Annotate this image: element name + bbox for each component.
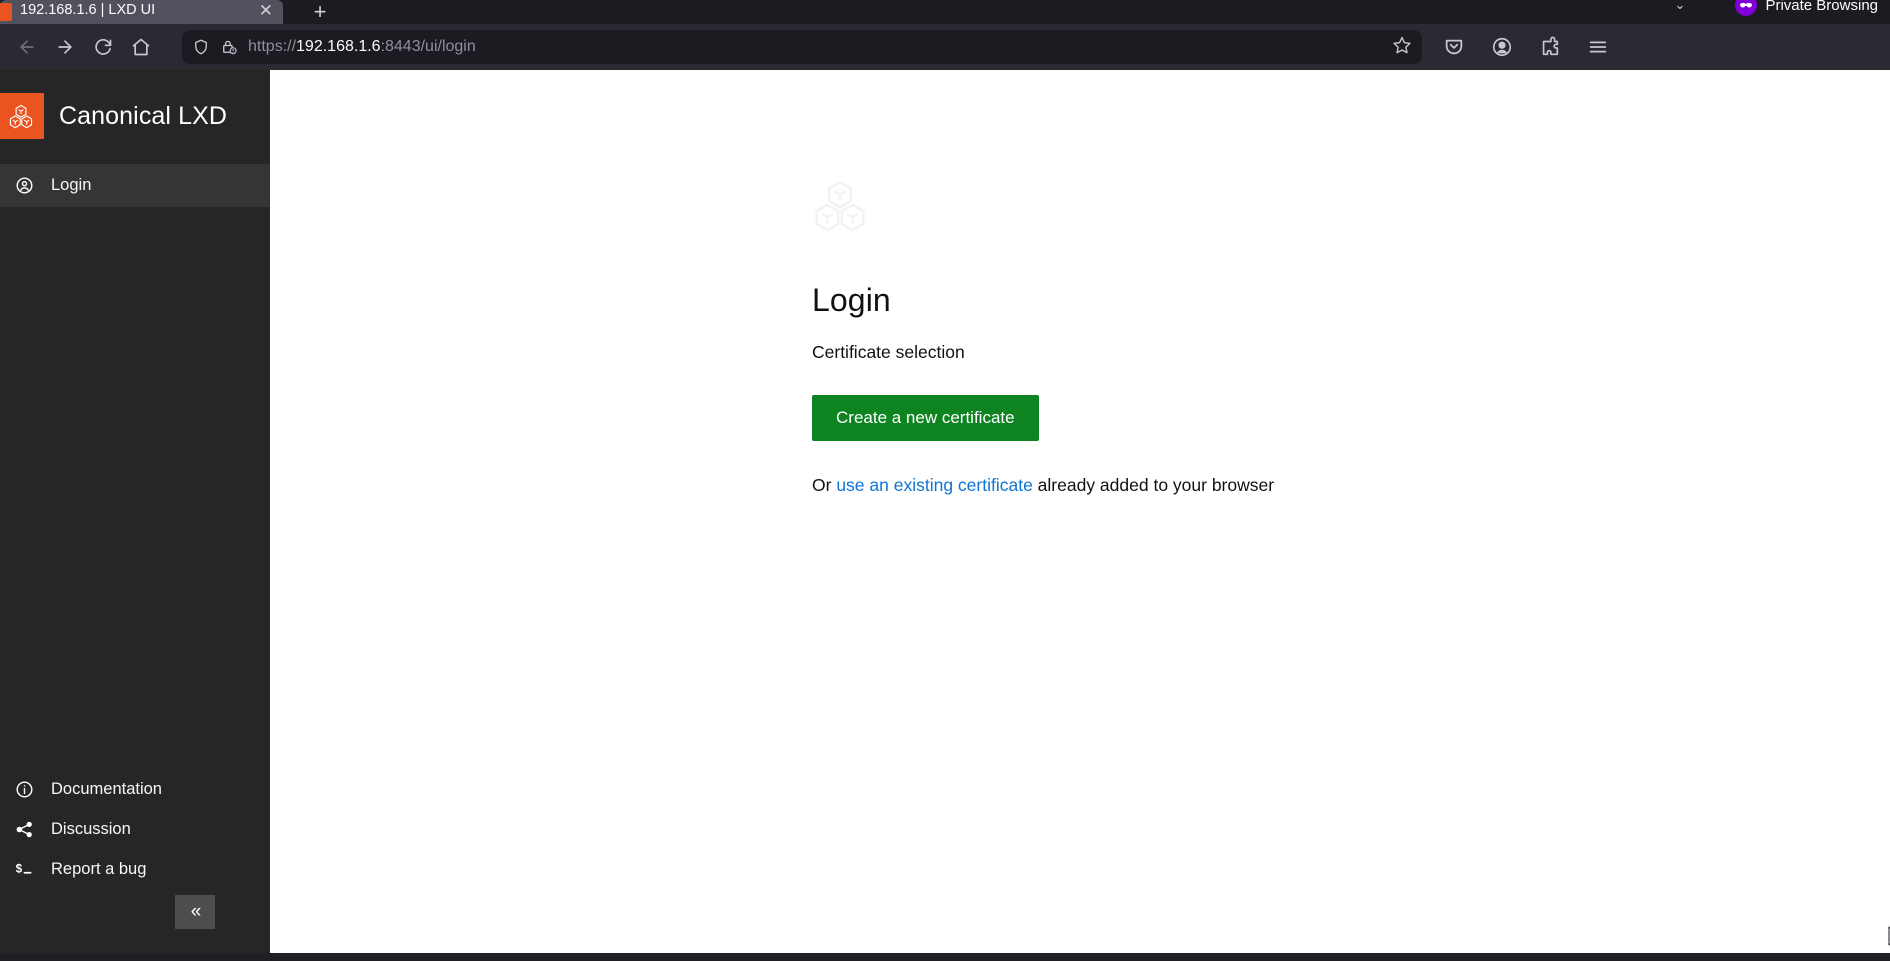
or-suffix: already added to your browser <box>1032 475 1275 496</box>
sidebar-item-report-a-bug[interactable]: $ Report a bug <box>0 849 270 889</box>
browser-tab[interactable]: 192.168.1.6 | LXD UI ✕ <box>0 0 283 24</box>
existing-certificate-text: Or use an existing certificate already a… <box>812 475 1572 496</box>
url-host: 192.168.1.6 <box>296 38 381 55</box>
terminal-prompt-icon: $ <box>4 859 44 879</box>
toolbar-icon-group <box>1440 30 1624 64</box>
svg-text:$: $ <box>16 862 23 875</box>
login-panel: Login Certificate selection Create a new… <box>812 178 1572 496</box>
star-icon[interactable] <box>1392 35 1412 60</box>
insecure-lock-warning-icon[interactable] <box>220 38 238 56</box>
sidebar-item-discussion-label: Discussion <box>51 819 131 838</box>
user-circle-icon <box>4 176 44 195</box>
app-menu-icon[interactable] <box>1584 30 1612 64</box>
arrow-right-icon <box>58 40 72 54</box>
sidebar-item-login[interactable]: Login <box>0 164 270 207</box>
brand-name: Canonical LXD <box>59 101 228 130</box>
share-nodes-icon <box>4 820 44 839</box>
lxd-cube-logo-icon <box>0 93 44 139</box>
sidebar-footer: Documentation Discussion $ Report a bug … <box>0 769 270 953</box>
account-icon[interactable] <box>1488 30 1516 64</box>
sidebar-nav: Login <box>0 164 270 207</box>
home-icon <box>132 38 150 56</box>
use-existing-certificate-link[interactable]: use an existing certificate <box>836 475 1033 495</box>
private-browsing-indicator: ⌄ Private Browsing <box>1675 0 1878 16</box>
url-text: https://192.168.1.6:8443/ui/login <box>248 38 476 55</box>
lxd-hex-cluster-icon <box>812 181 868 238</box>
reload-icon <box>95 39 112 55</box>
collapse-row: « <box>0 889 270 947</box>
create-new-certificate-button[interactable]: Create a new certificate <box>812 395 1039 442</box>
extensions-puzzle-icon[interactable] <box>1536 30 1564 64</box>
navigation-toolbar: https://192.168.1.6:8443/ui/login <box>0 24 1890 70</box>
page-subtitle: Certificate selection <box>812 342 965 363</box>
home-button[interactable] <box>124 30 158 64</box>
sidebar-item-report-a-bug-label: Report a bug <box>51 859 147 878</box>
page-viewport: Canonical LXD Login Documentation Discus… <box>0 70 1890 953</box>
sidebar-item-documentation-label: Documentation <box>51 779 162 798</box>
reload-button[interactable] <box>86 30 120 64</box>
address-bar[interactable]: https://192.168.1.6:8443/ui/login <box>182 30 1422 64</box>
collapse-sidebar-button[interactable]: « <box>175 895 215 929</box>
url-path: :8443/ui/login <box>380 38 476 55</box>
lxd-favicon-icon <box>0 3 12 21</box>
tab-title: 192.168.1.6 | LXD UI <box>20 2 156 18</box>
private-browsing-label: Private Browsing <box>1765 0 1878 14</box>
close-icon[interactable]: ✕ <box>259 2 273 19</box>
page-title: Login <box>812 282 891 318</box>
info-circle-icon <box>4 780 44 799</box>
tracking-shield-icon[interactable] <box>192 38 210 56</box>
main-content: Login Certificate selection Create a new… <box>270 70 1890 953</box>
pocket-icon[interactable] <box>1440 30 1468 64</box>
lxd-sidebar: Canonical LXD Login Documentation Discus… <box>0 70 270 953</box>
sidebar-item-documentation[interactable]: Documentation <box>0 769 270 809</box>
private-mask-icon <box>1735 0 1758 16</box>
browser-window: 192.168.1.6 | LXD UI ✕ + ⌄ Private Brows… <box>0 0 1890 961</box>
forward-button[interactable] <box>48 30 82 64</box>
sidebar-item-discussion[interactable]: Discussion <box>0 809 270 849</box>
back-button[interactable] <box>10 30 44 64</box>
chevron-down-icon[interactable]: ⌄ <box>1675 0 1686 13</box>
arrow-left-icon <box>20 40 34 54</box>
or-prefix: Or <box>812 475 837 496</box>
tab-strip: 192.168.1.6 | LXD UI ✕ + ⌄ Private Brows… <box>0 0 1890 24</box>
bottom-strip <box>0 953 1890 961</box>
sidebar-brand[interactable]: Canonical LXD <box>0 70 270 162</box>
sidebar-item-login-label: Login <box>51 176 92 194</box>
new-tab-button[interactable]: + <box>305 1 335 23</box>
